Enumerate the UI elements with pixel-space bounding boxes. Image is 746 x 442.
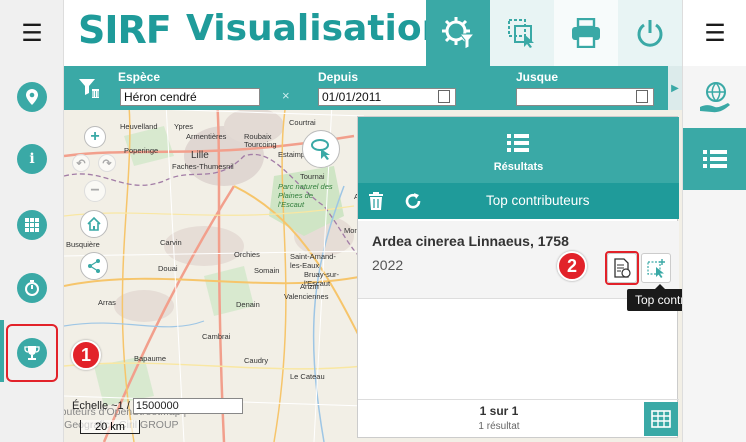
select-area-button[interactable] (490, 0, 554, 66)
results-title: Résultats (493, 161, 544, 173)
trash-icon[interactable] (368, 192, 384, 210)
from-date-filter: Depuis 01/01/2011 (316, 68, 506, 108)
logo-text: SIRF (78, 8, 172, 52)
map-label: Denain (236, 300, 260, 309)
species-filter: Espèce Héron cendré × (116, 68, 306, 108)
globe-hand-icon[interactable] (683, 76, 746, 120)
map-label: Ypres (174, 122, 194, 131)
highlight-frame (6, 324, 58, 382)
map-label: Tourcoing (244, 140, 277, 149)
map-label: Poperinge (124, 146, 159, 155)
zoom-to-record-button[interactable] (641, 253, 671, 283)
to-label: Jusque (516, 70, 559, 84)
results-footer: 1 sur 1 1 résultat (358, 399, 679, 437)
record-year: 2022 (372, 257, 404, 273)
table-view-button[interactable] (644, 402, 678, 436)
scale-label: Échelle ~1 / (72, 399, 130, 412)
map-label: Heuvelland (120, 122, 158, 131)
results-subtitle: Top contributeurs (486, 193, 590, 208)
from-date-input[interactable]: 01/01/2011 (318, 88, 456, 106)
scale-input[interactable]: 1500000 (132, 398, 243, 414)
filter-scroll-arrow[interactable]: ▶ (668, 66, 682, 110)
map-label: Carvin (160, 238, 182, 247)
select-area-icon (508, 19, 534, 48)
map-label: Busquière (66, 240, 100, 249)
map-label: Bapaume (134, 354, 167, 363)
from-label: Depuis (318, 70, 359, 84)
calendar-icon[interactable] (636, 90, 648, 103)
map-label: Armentières (186, 132, 227, 141)
map-label: Le Cateau (290, 372, 325, 381)
scale-bar: 20 km (80, 420, 140, 434)
print-icon (572, 18, 600, 48)
map-label: Somain (254, 266, 280, 275)
filter-bar: Espèce Héron cendré × Depuis 01/01/2011 … (64, 66, 668, 110)
record-species: Ardea cinerea Linnaeus, 1758 (372, 233, 569, 249)
select-area-icon (647, 259, 665, 278)
home-icon[interactable] (80, 210, 108, 238)
map-label: Orchies (234, 250, 260, 259)
to-date-filter: Jusque (514, 68, 664, 108)
refresh-icon[interactable] (404, 192, 422, 210)
results-list-button[interactable] (683, 128, 746, 190)
redo-view-icon[interactable]: ↷ (98, 154, 116, 172)
logo: SIRF (78, 8, 172, 52)
info-icon[interactable]: i (17, 144, 47, 174)
page-title: Visualisation (186, 8, 448, 49)
map-label: Cambrai (202, 332, 231, 341)
step-badge: 2 (557, 251, 587, 281)
map-label: Anzin (300, 282, 319, 291)
map-label: Parc naturel des Plaines de l'Escaut (278, 182, 333, 209)
highlight-frame (605, 251, 639, 285)
results-toolbar: Top contributeurs (358, 183, 679, 219)
clear-filter-icon[interactable] (64, 66, 114, 110)
settings-filter-button[interactable] (426, 0, 490, 66)
timer-icon[interactable] (17, 273, 47, 303)
result-count: 1 résultat (478, 421, 520, 432)
scale-control: Échelle ~1 / 1500000 (72, 398, 243, 414)
clear-icon[interactable]: × (282, 88, 290, 103)
map-label: Douai (158, 264, 178, 273)
map-label: Lille (191, 150, 209, 161)
map-label: Tournai (300, 172, 325, 181)
active-indicator (0, 320, 4, 382)
results-header: Résultats (358, 117, 679, 183)
undo-view-icon[interactable]: ↶ (72, 154, 90, 172)
location-pin-icon[interactable] (17, 82, 47, 112)
list-icon (507, 134, 529, 152)
zoom-out-button[interactable]: − (84, 180, 106, 202)
map-label: Caudry (244, 356, 269, 365)
menu-icon[interactable]: ☰ (0, 0, 64, 66)
list-icon (703, 150, 727, 168)
power-icon (637, 20, 663, 47)
left-sidebar: ☰ i (0, 0, 64, 442)
share-icon[interactable] (80, 252, 108, 280)
power-button[interactable] (618, 0, 682, 66)
pager: 1 sur 1 (479, 404, 519, 418)
map-label: Arras (98, 298, 116, 307)
menu-icon[interactable]: ☰ (683, 0, 746, 66)
grid-apps-icon[interactable] (17, 210, 47, 240)
map-label: Valenciennes (284, 292, 329, 301)
zoom-in-button[interactable]: + (84, 126, 106, 148)
settings-filter-icon (442, 17, 476, 50)
app-header: SIRF Visualisation (64, 0, 682, 66)
species-input[interactable]: Héron cendré (120, 88, 260, 106)
species-label: Espèce (118, 70, 161, 84)
map-label: Saint-Amand-les-Eaux (290, 252, 336, 270)
step-badge: 1 (71, 340, 101, 370)
map-label: Courtrai (289, 118, 316, 127)
calendar-icon[interactable] (438, 90, 450, 103)
right-sidebar: ☰ (682, 0, 746, 442)
table-icon (651, 410, 671, 428)
to-date-input[interactable] (516, 88, 654, 106)
print-button[interactable] (554, 0, 618, 66)
map-label: Faches-Thumesnil (172, 162, 234, 171)
lasso-select-icon[interactable] (302, 130, 340, 168)
